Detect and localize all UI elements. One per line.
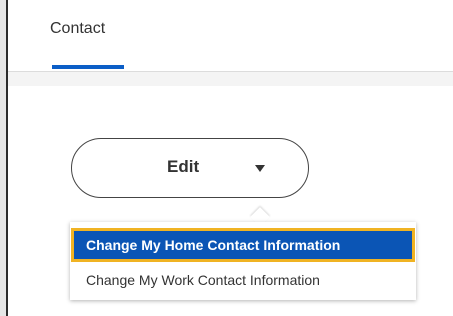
edit-button[interactable]: Edit [71,138,309,198]
active-tab-indicator [52,65,124,69]
menu-item-change-work-contact[interactable]: Change My Work Contact Information [70,266,416,294]
subheader-divider [8,72,453,86]
caret-down-icon [255,165,265,172]
contact-panel: Contact Edit Change My Home Contact Info… [6,0,453,316]
menu-item-change-home-contact[interactable]: Change My Home Contact Information [71,228,415,262]
tab-bar: Contact [8,0,453,72]
edit-button-label: Edit [167,157,200,176]
edit-dropdown-menu: Change My Home Contact Information Chang… [70,222,416,300]
tab-contact[interactable]: Contact [50,20,105,38]
